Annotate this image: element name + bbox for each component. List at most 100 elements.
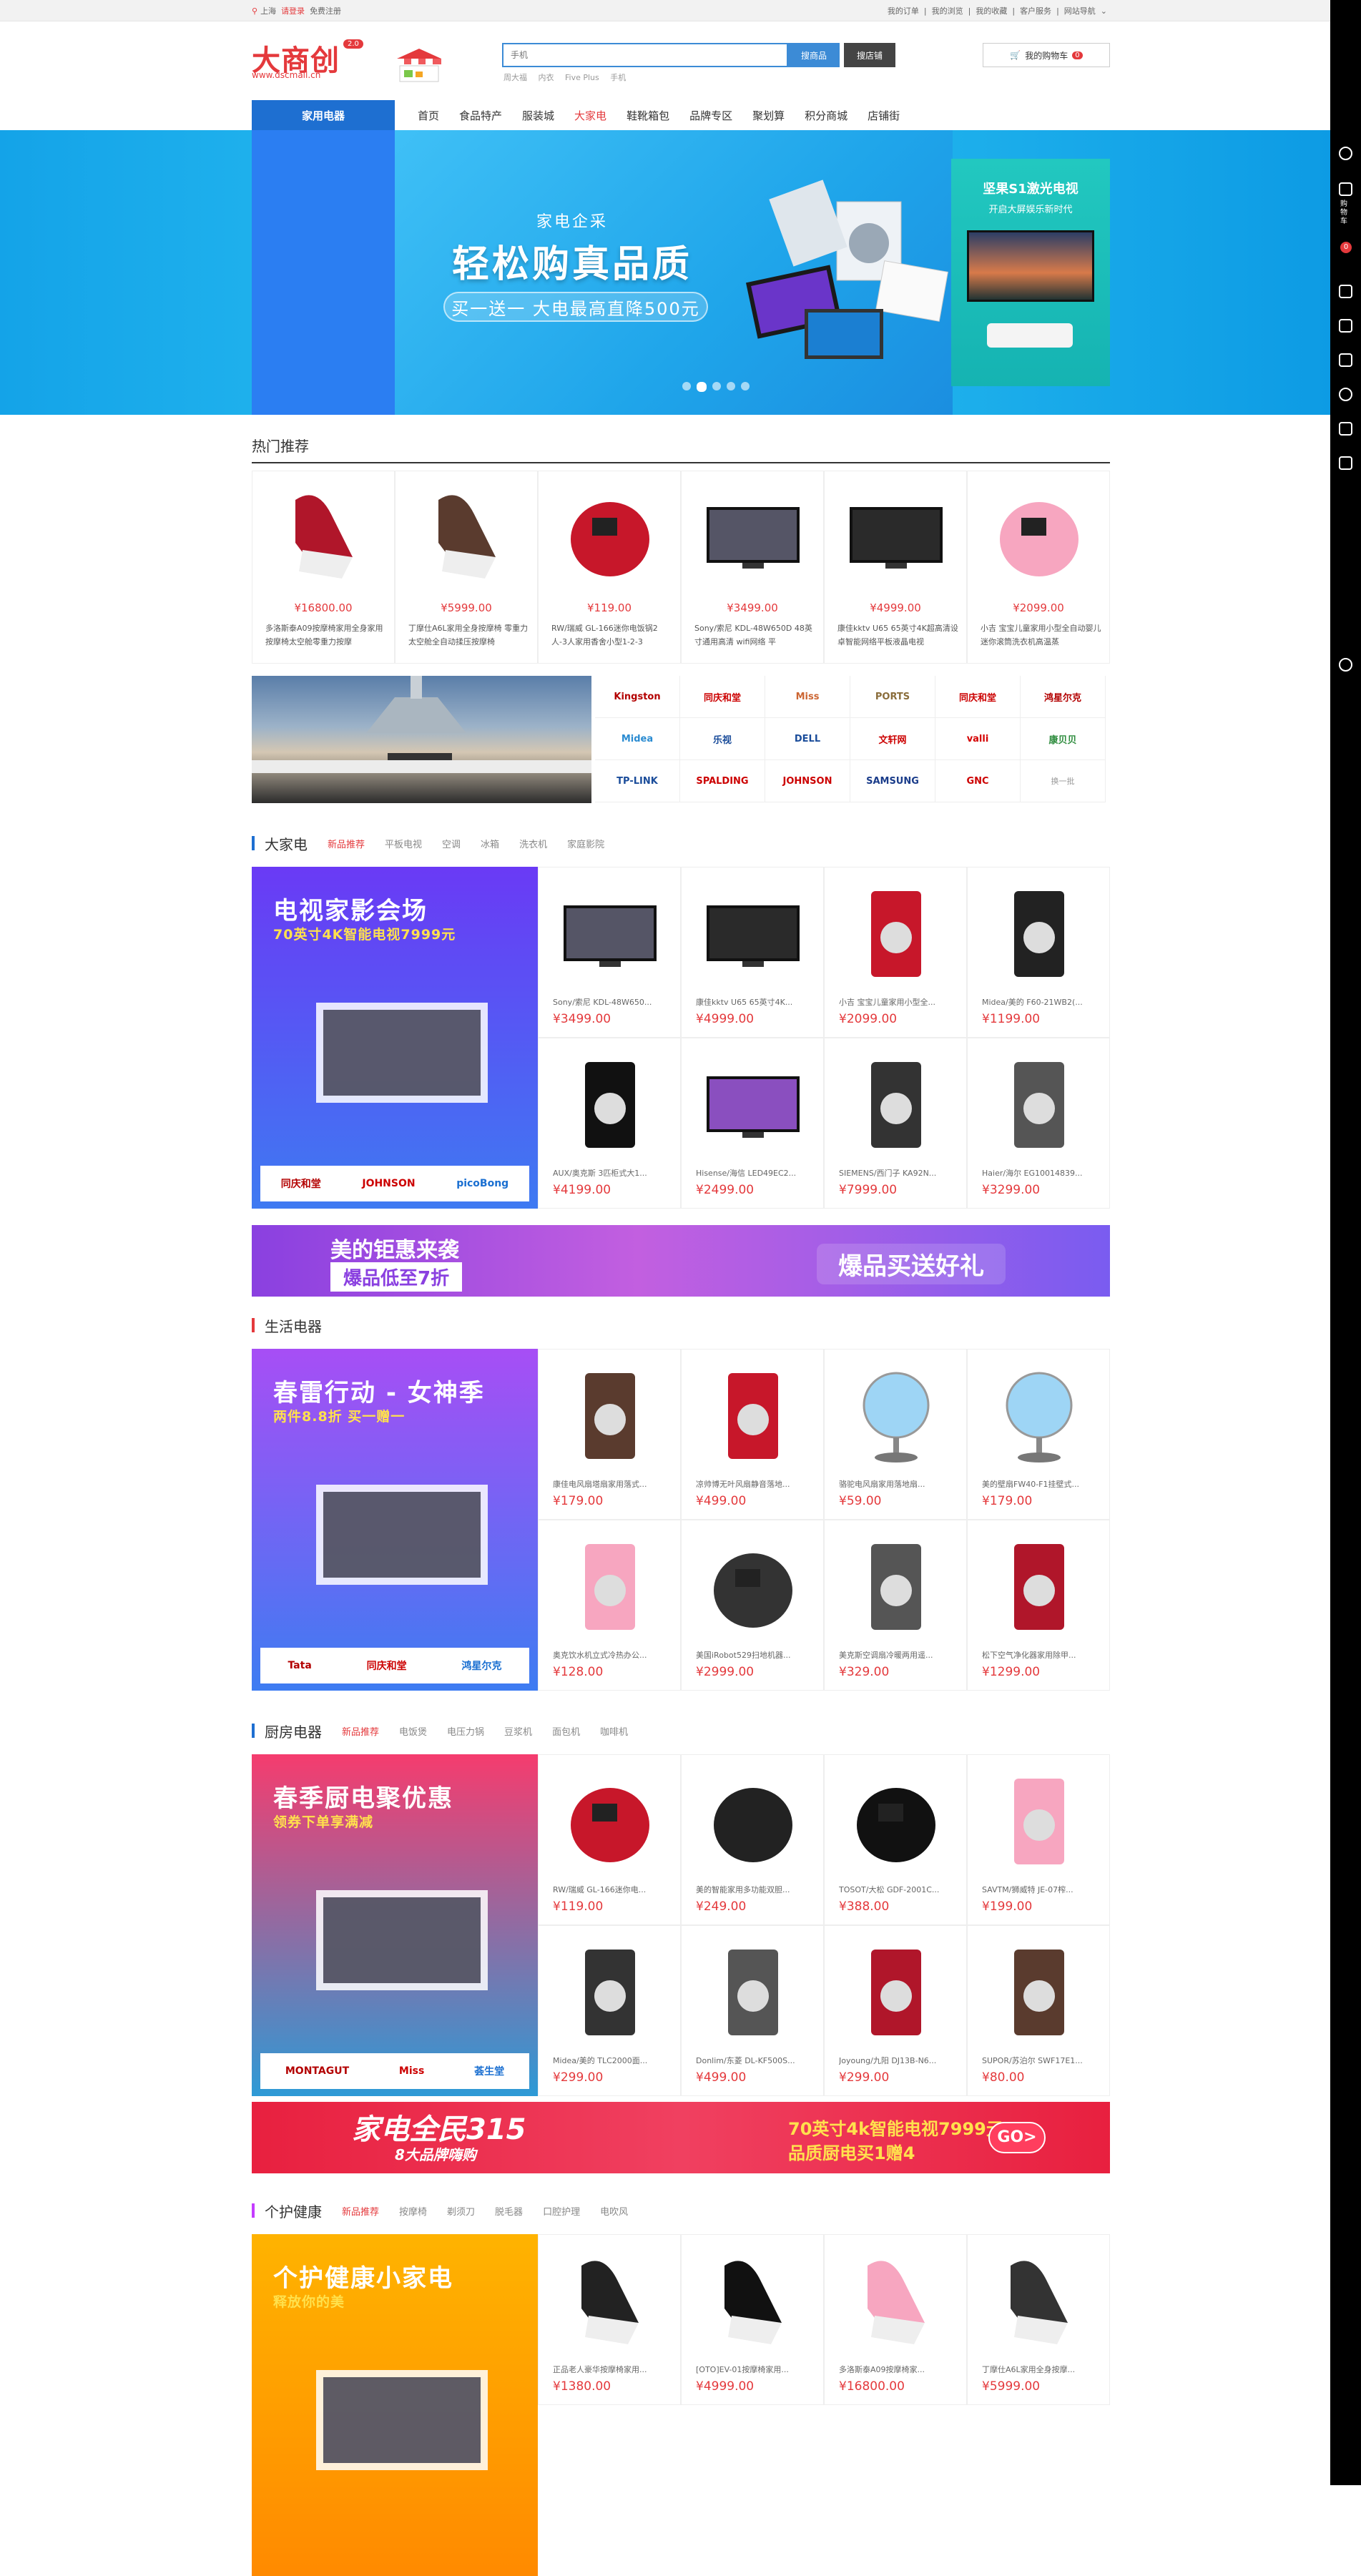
search-products-button[interactable]: 搜商品 [788, 43, 840, 67]
floor-feature-ad[interactable]: 电视家影会场 70英寸4K智能电视7999元 同庆和堂 JOHNSON picoBong [252, 867, 538, 1209]
customer-service-link[interactable]: 客户服务 [1020, 5, 1051, 16]
carousel-dot[interactable] [741, 382, 750, 390]
brand-logo[interactable]: 鸿星尔克 [1021, 676, 1106, 718]
product-name[interactable]: 美的壁扇FW40-F1挂壁式... [982, 1478, 1102, 1490]
search-shops-button[interactable]: 搜店铺 [844, 43, 895, 67]
product-name[interactable]: AUX/奥克斯 3匹柜式大1... [553, 1167, 673, 1179]
user-icon[interactable] [1339, 147, 1352, 160]
floor-tab[interactable]: 新品推荐 [342, 1724, 379, 1738]
carousel-dot-active[interactable] [697, 382, 707, 392]
wallet-icon[interactable] [1339, 319, 1352, 333]
product-name[interactable]: Sony/索尼 KDL-48W650D 48英寸通用高清 wifi网络 平 [694, 621, 816, 650]
product-image[interactable] [846, 880, 946, 988]
site-nav-link[interactable]: 网站导航 [1064, 5, 1096, 16]
product-card[interactable]: SUPOR/苏泊尔 SWF17E1... ¥80.00 [967, 1925, 1110, 2096]
brand-logo[interactable]: SPALDING [680, 760, 765, 802]
product-name[interactable]: SAVTM/狮威特 JE-07榨... [982, 1884, 1102, 1895]
login-link[interactable]: 请登录 [281, 5, 305, 16]
product-image[interactable] [703, 1768, 803, 1875]
hot-keyword[interactable]: 手机 [610, 73, 626, 82]
my-history-link[interactable]: 我的浏览 [932, 5, 963, 16]
product-name[interactable]: 多洛斯泰A09按摩椅家... [839, 2364, 959, 2375]
brand-logo[interactable]: JOHNSON [362, 1178, 415, 1189]
brand-logo[interactable]: MONTAGUT [285, 2065, 349, 2077]
brand-logo[interactable]: valli [935, 718, 1021, 760]
product-card[interactable]: 美国iRobot529扫地机器... ¥2999.00 [681, 1520, 824, 1691]
product-name[interactable]: RW/瑞威 GL-166迷你电饭锅2人-3人家用香舍小型1-2-3 [551, 621, 673, 650]
brand-logo[interactable]: 鸿星尔克 [462, 1658, 502, 1673]
product-image[interactable] [703, 1939, 803, 2046]
brand-logo[interactable]: Midea [595, 718, 680, 760]
floor-tab[interactable]: 按摩椅 [399, 2204, 427, 2218]
hot-product-card[interactable]: ¥119.00 RW/瑞威 GL-166迷你电饭锅2人-3人家用香舍小型1-2-3 [538, 471, 681, 664]
product-name[interactable]: RW/瑞威 GL-166迷你电... [553, 1884, 673, 1895]
nav-item[interactable]: 品牌专区 [689, 108, 732, 123]
product-image[interactable] [846, 486, 946, 586]
product-card[interactable]: 康佳电风扇塔扇家用落式... ¥179.00 [538, 1349, 681, 1520]
nav-item[interactable]: 大家电 [574, 108, 606, 123]
brand-logo[interactable]: 乐视 [680, 718, 765, 760]
floor-tab[interactable]: 脱毛器 [495, 2204, 523, 2218]
nav-item[interactable]: 积分商城 [805, 108, 847, 123]
product-image[interactable] [989, 1362, 1089, 1470]
storefront-icon[interactable] [391, 46, 447, 83]
floor-tab[interactable]: 咖啡机 [600, 1724, 628, 1738]
product-image[interactable] [989, 1768, 1089, 1875]
product-image[interactable] [846, 1051, 946, 1159]
product-card[interactable]: 美的智能家用多功能双胆... ¥249.00 [681, 1754, 824, 1925]
product-name[interactable]: 骆驼电风扇家用落地扇... [839, 1478, 959, 1490]
product-name[interactable]: 奥克饮水机立式冷热办公... [553, 1649, 673, 1661]
product-card[interactable]: 奥克饮水机立式冷热办公... ¥128.00 [538, 1520, 681, 1691]
brand-logo[interactable]: SAMSUNG [850, 760, 935, 802]
product-name[interactable]: 小吉 宝宝儿童家用小型全自动婴儿迷你滚筒洗衣机高温蒸 [981, 621, 1102, 650]
product-image[interactable] [560, 880, 660, 988]
promo-go-button[interactable]: GO> [988, 2122, 1046, 2153]
hot-keyword[interactable]: Five Plus [565, 73, 599, 82]
my-favorites-link[interactable]: 我的收藏 [976, 5, 1007, 16]
hot-product-card[interactable]: ¥5999.00 丁摩仕A6L家用全身按摩椅 零重力太空舱全自动揉压按摩椅 [395, 471, 538, 664]
product-name[interactable]: Joyoung/九阳 DJ13B-N6... [839, 2055, 959, 2066]
product-card[interactable]: 丁摩仕A6L家用全身按摩... ¥5999.00 [967, 2234, 1110, 2405]
floor-tab[interactable]: 面包机 [552, 1724, 580, 1738]
my-orders-link[interactable]: 我的订单 [888, 5, 919, 16]
product-name[interactable]: 正品老人豪华按摩椅家用... [553, 2364, 673, 2375]
product-card[interactable]: SIEMENS/西门子 KA92N... ¥7999.00 [824, 1038, 967, 1209]
carousel-dot[interactable] [682, 382, 691, 390]
brand-logo[interactable]: 同庆和堂 [367, 1658, 407, 1673]
product-card[interactable]: Midea/美的 TLC2000面... ¥299.00 [538, 1925, 681, 2096]
product-name[interactable]: 松下空气净化器家用除甲... [982, 1649, 1102, 1661]
search-input[interactable] [502, 43, 788, 67]
product-name[interactable]: 康佳kktv U65 65英寸4K超高清设卓智能网络平板液晶电视 [837, 621, 959, 650]
product-name[interactable]: Midea/美的 F60-21WB2(... [982, 996, 1102, 1008]
product-card[interactable]: 正品老人豪华按摩椅家用... ¥1380.00 [538, 2234, 681, 2405]
back-to-top-icon[interactable] [1339, 658, 1352, 672]
hot-product-card[interactable]: ¥2099.00 小吉 宝宝儿童家用小型全自动婴儿迷你滚筒洗衣机高温蒸 [967, 471, 1110, 664]
product-name[interactable]: Haier/海尔 EG10014839... [982, 1167, 1102, 1179]
product-image[interactable] [989, 486, 1089, 586]
nav-item[interactable]: 食品特产 [459, 108, 502, 123]
product-image[interactable] [703, 1362, 803, 1470]
product-image[interactable] [846, 1768, 946, 1875]
floor-tab[interactable]: 家庭影院 [567, 837, 604, 850]
floor-tab[interactable]: 口腔护理 [543, 2204, 580, 2218]
product-card[interactable]: 骆驼电风扇家用落地扇... ¥59.00 [824, 1349, 967, 1520]
product-name[interactable]: 丁摩仕A6L家用全身按摩椅 零重力太空舱全自动揉压按摩椅 [408, 621, 530, 650]
product-name[interactable]: [OTO]EV-01按摩椅家用... [696, 2364, 816, 2375]
yen-icon[interactable] [1339, 353, 1352, 367]
promo-banner[interactable]: 美的钜惠来袭 爆品低至7折 爆品买送好礼 [252, 1225, 1110, 1297]
product-name[interactable]: 美国iRobot529扫地机器... [696, 1649, 816, 1661]
product-image[interactable] [560, 1533, 660, 1641]
brand-logo[interactable]: 同庆和堂 [935, 676, 1021, 718]
product-name[interactable]: Hisense/海信 LED49EC2... [696, 1167, 816, 1179]
floor-tab[interactable]: 新品推荐 [342, 2204, 379, 2218]
product-image[interactable] [703, 1533, 803, 1641]
brand-logo[interactable]: Tata [288, 1660, 311, 1671]
category-menu[interactable]: 家用电器 [252, 100, 395, 130]
product-card[interactable]: Donlim/东菱 DL-KF500S... ¥499.00 [681, 1925, 824, 2096]
product-image[interactable] [989, 1533, 1089, 1641]
product-card[interactable]: 美的壁扇FW40-F1挂壁式... ¥179.00 [967, 1349, 1110, 1520]
product-card[interactable]: 小吉 宝宝儿童家用小型全... ¥2099.00 [824, 867, 967, 1038]
product-name[interactable]: SIEMENS/西门子 KA92N... [839, 1167, 959, 1179]
product-image[interactable] [989, 1051, 1089, 1159]
product-card[interactable]: TOSOT/大松 GDF-2001C... ¥388.00 [824, 1754, 967, 1925]
